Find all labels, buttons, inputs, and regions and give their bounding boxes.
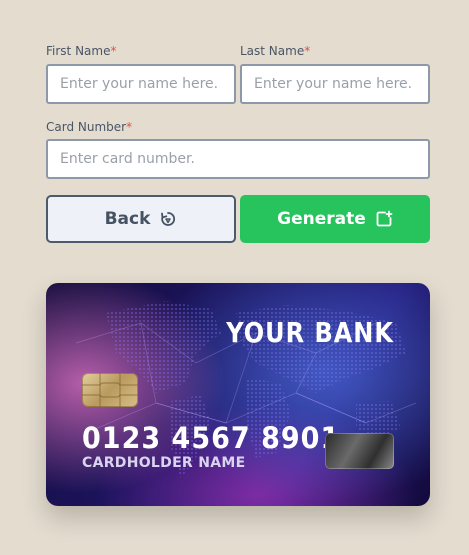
last-name-input[interactable] bbox=[240, 64, 430, 104]
bank-name: YOUR BANK bbox=[226, 316, 394, 350]
first-name-input[interactable] bbox=[46, 64, 236, 104]
card-number-label-text: Card Number bbox=[46, 120, 127, 134]
card-number-display: 0123 4567 8901 bbox=[82, 421, 341, 456]
chip-lines bbox=[82, 373, 138, 407]
card-number-input[interactable] bbox=[46, 139, 430, 179]
card-preview: YOUR BANK 0123 4567 8901 CARDHOLDER NAME bbox=[46, 283, 430, 506]
hologram-strip bbox=[325, 433, 394, 469]
required-mark: * bbox=[126, 120, 133, 134]
generate-button-label: Generate bbox=[277, 209, 366, 229]
last-name-label: Last Name* bbox=[240, 44, 310, 58]
required-mark: * bbox=[110, 44, 117, 58]
back-button-label: Back bbox=[104, 209, 151, 229]
back-button[interactable]: Back bbox=[46, 195, 236, 243]
card-number-label: Card Number* bbox=[46, 120, 132, 134]
required-mark: * bbox=[304, 44, 311, 58]
cardholder-name: CARDHOLDER NAME bbox=[82, 455, 246, 471]
first-name-label: First Name* bbox=[46, 44, 116, 58]
last-name-label-text: Last Name bbox=[240, 44, 305, 58]
card-chip bbox=[82, 373, 138, 407]
first-name-label-text: First Name bbox=[46, 44, 111, 58]
rotate-arrow-icon bbox=[161, 212, 176, 226]
square-plus-icon bbox=[376, 210, 393, 227]
generate-button[interactable]: Generate bbox=[240, 195, 430, 243]
